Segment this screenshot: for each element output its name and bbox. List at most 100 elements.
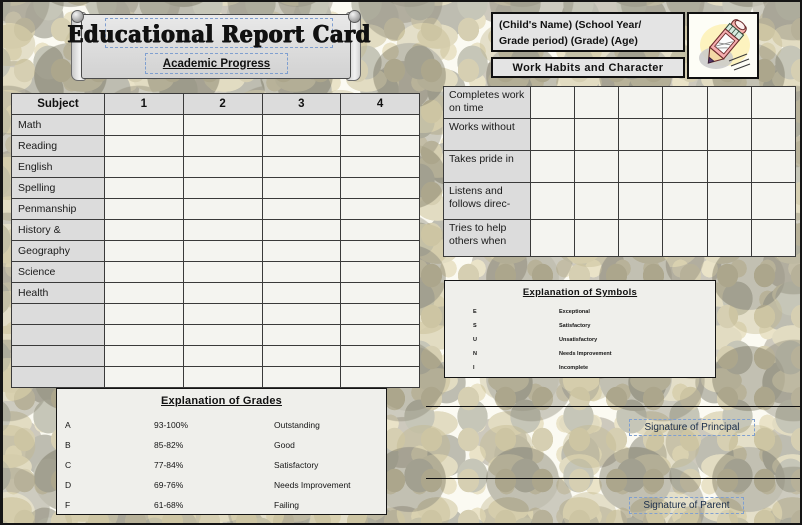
work-habit-mark-cell[interactable] <box>574 86 620 119</box>
table-row: Works without <box>443 118 797 151</box>
grade-mark-cell[interactable] <box>261 324 342 346</box>
grade-mark-cell[interactable] <box>182 114 263 136</box>
grade-mark-cell[interactable] <box>182 282 263 304</box>
grade-mark-cell[interactable] <box>104 240 184 262</box>
grade-mark-cell[interactable] <box>104 177 184 199</box>
grade-mark-cell[interactable] <box>340 324 420 346</box>
grade-mark-cell[interactable] <box>182 177 263 199</box>
grade-mark-cell[interactable] <box>104 345 184 367</box>
grade-mark-cell[interactable] <box>182 366 263 388</box>
work-habit-mark-cell[interactable] <box>618 86 664 119</box>
grade-mark-cell[interactable] <box>261 219 342 241</box>
grade-mark-cell[interactable] <box>104 261 184 283</box>
grade-mark-cell[interactable] <box>340 114 420 136</box>
grade-mark-cell[interactable] <box>182 219 263 241</box>
work-habit-mark-cell[interactable] <box>706 150 752 183</box>
grade-mark-cell[interactable] <box>340 282 420 304</box>
work-habit-mark-cell[interactable] <box>706 118 752 151</box>
work-habit-mark-cell[interactable] <box>662 86 708 119</box>
child-info-box[interactable]: (Child's Name) (School Year/ Grade perio… <box>491 12 685 52</box>
work-habit-mark-cell[interactable] <box>750 182 797 220</box>
grade-mark-cell[interactable] <box>104 135 184 157</box>
work-habit-mark-cell[interactable] <box>529 118 576 151</box>
grade-mark-cell[interactable] <box>104 156 184 178</box>
work-habit-mark-cell[interactable] <box>618 118 664 151</box>
work-habit-mark-cell[interactable] <box>574 118 620 151</box>
grade-mark-cell[interactable] <box>182 135 263 157</box>
grade-mark-cell[interactable] <box>104 282 184 304</box>
grade-mark-cell[interactable] <box>340 366 420 388</box>
work-habit-label-cell: Tries to help others when <box>443 219 531 257</box>
grade-mark-cell[interactable] <box>182 324 263 346</box>
work-habit-mark-cell[interactable] <box>529 182 576 220</box>
work-habit-mark-cell[interactable] <box>574 219 620 257</box>
work-habit-mark-cell[interactable] <box>750 150 797 183</box>
work-habit-mark-cell[interactable] <box>706 182 752 220</box>
grade-mark-cell[interactable] <box>340 345 420 367</box>
grade-mark-cell[interactable] <box>104 114 184 136</box>
subject-grades-table: Subject 1 2 3 4 Math Reading English Spelli… <box>11 93 420 388</box>
grade-mark-cell[interactable] <box>261 282 342 304</box>
grades-legend-list: A 93-100% Outstanding B 85-82% Good C 77-84% Sat… <box>57 415 386 515</box>
grade-mark-cell[interactable] <box>182 156 263 178</box>
work-habit-mark-cell[interactable] <box>706 86 752 119</box>
grade-mark-cell[interactable] <box>261 198 342 220</box>
subject-name-cell: Health <box>11 282 105 304</box>
grade-mark-cell[interactable] <box>261 261 342 283</box>
work-habit-mark-cell[interactable] <box>529 86 576 119</box>
grade-mark-cell[interactable] <box>104 324 184 346</box>
work-habit-mark-cell[interactable] <box>529 219 576 257</box>
grade-mark-cell[interactable] <box>340 261 420 283</box>
grade-mark-cell[interactable] <box>340 135 420 157</box>
work-habit-mark-cell[interactable] <box>529 150 576 183</box>
grade-mark-cell[interactable] <box>340 240 420 262</box>
grade-mark-cell[interactable] <box>261 366 342 388</box>
work-habit-mark-cell[interactable] <box>618 150 664 183</box>
work-habit-mark-cell[interactable] <box>750 118 797 151</box>
signature-of-parent-placeholder[interactable]: Signature of Parent <box>629 497 744 514</box>
work-habit-mark-cell[interactable] <box>750 219 797 257</box>
grade-mark-cell[interactable] <box>104 198 184 220</box>
grade-mark-cell[interactable] <box>340 303 420 325</box>
work-habit-mark-cell[interactable] <box>618 182 664 220</box>
work-habit-mark-cell[interactable] <box>662 182 708 220</box>
grade-letter: D <box>65 480 72 490</box>
grade-mark-cell[interactable] <box>104 219 184 241</box>
grade-mark-cell[interactable] <box>182 261 263 283</box>
work-habit-mark-cell[interactable] <box>662 150 708 183</box>
grade-mark-cell[interactable] <box>182 303 263 325</box>
table-row <box>11 345 420 367</box>
grade-mark-cell[interactable] <box>261 303 342 325</box>
signature-of-principal-placeholder[interactable]: Signature of Principal <box>629 419 755 436</box>
grade-mark-cell[interactable] <box>340 156 420 178</box>
grade-mark-cell[interactable] <box>104 303 184 325</box>
grade-mark-cell[interactable] <box>261 177 342 199</box>
work-habit-mark-cell[interactable] <box>574 182 620 220</box>
subject-name-cell: English <box>11 156 105 178</box>
report-subtitle-placeholder[interactable]: Academic Progress <box>145 53 288 74</box>
grade-mark-cell[interactable] <box>261 156 342 178</box>
grade-mark-cell[interactable] <box>182 240 263 262</box>
work-habit-label-cell: Takes pride in <box>443 150 531 183</box>
table-row: English <box>11 156 420 178</box>
grade-mark-cell[interactable] <box>261 135 342 157</box>
work-habit-mark-cell[interactable] <box>618 219 664 257</box>
grade-mark-cell[interactable] <box>182 345 263 367</box>
work-habit-mark-cell[interactable] <box>706 219 752 257</box>
grade-mark-cell[interactable] <box>104 366 184 388</box>
grade-mark-cell[interactable] <box>261 114 342 136</box>
grade-mark-cell[interactable] <box>261 345 342 367</box>
work-habit-mark-cell[interactable] <box>662 219 708 257</box>
grade-mark-cell[interactable] <box>340 177 420 199</box>
grade-percent-range: 69-76% <box>154 480 184 490</box>
work-habits-table-body: Completes work on time Works without Takes… <box>443 86 797 257</box>
grade-mark-cell[interactable] <box>340 198 420 220</box>
report-title-placeholder[interactable]: Educational Report Card <box>67 18 370 48</box>
grade-mark-cell[interactable] <box>340 219 420 241</box>
work-habit-mark-cell[interactable] <box>750 86 797 119</box>
grade-mark-cell[interactable] <box>261 240 342 262</box>
grade-mark-cell[interactable] <box>182 198 263 220</box>
work-habit-mark-cell[interactable] <box>662 118 708 151</box>
work-habit-mark-cell[interactable] <box>574 150 620 183</box>
work-habits-table: Completes work on time Works without Takes… <box>443 86 797 257</box>
